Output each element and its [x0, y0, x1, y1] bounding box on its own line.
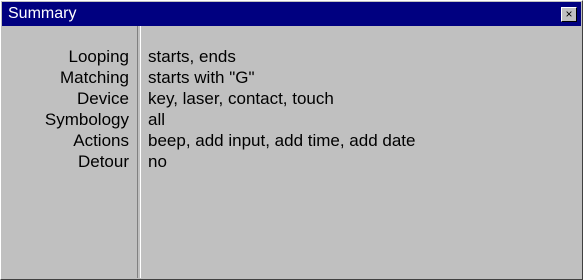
summary-panel: Looping starts, ends Matching starts wit…: [2, 26, 581, 278]
looping-label: Looping: [68, 47, 129, 66]
title-bar[interactable]: Summary ×: [2, 2, 581, 26]
matching-value: starts with "G": [148, 68, 255, 87]
window-title: Summary: [8, 5, 77, 22]
summary-row-symbology: Symbology all: [2, 109, 581, 130]
summary-window: Summary × Looping starts, ends Matching …: [0, 0, 583, 280]
symbology-value: all: [148, 110, 166, 129]
matching-label: Matching: [60, 68, 129, 87]
detour-label: Detour: [77, 152, 129, 171]
close-icon: ×: [565, 7, 573, 21]
summary-list: Looping starts, ends Matching starts wit…: [2, 46, 581, 172]
summary-row-matching: Matching starts with "G": [2, 67, 581, 88]
device-label: Device: [77, 89, 129, 108]
symbology-label: Symbology: [44, 110, 129, 129]
summary-row-device: Device key, laser, contact, touch: [2, 88, 581, 109]
close-button[interactable]: ×: [561, 6, 577, 22]
detour-value: no: [148, 152, 167, 171]
summary-row-detour: Detour no: [2, 151, 581, 172]
looping-value: starts, ends: [148, 47, 236, 66]
summary-row-looping: Looping starts, ends: [2, 46, 581, 67]
device-value: key, laser, contact, touch: [148, 89, 334, 108]
actions-label: Actions: [73, 131, 129, 150]
actions-value: beep, add input, add time, add date: [148, 131, 416, 150]
summary-row-actions: Actions beep, add input, add time, add d…: [2, 130, 581, 151]
